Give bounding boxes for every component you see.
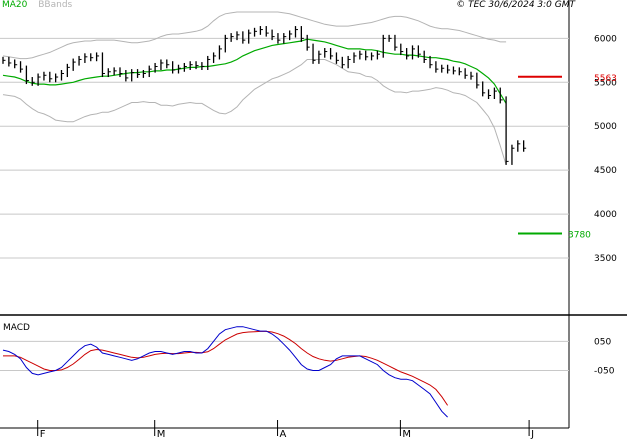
price-legend: MA20 BBands (2, 0, 80, 10)
macd-tick-label: -050 (594, 366, 615, 376)
price-tick-label: 3500 (594, 254, 617, 264)
price-tick-label: 5000 (594, 122, 617, 132)
ma20-legend-label: MA20 (2, 0, 28, 10)
bbands-legend-label: BBands (38, 0, 73, 10)
time-tick-label: F (40, 429, 46, 440)
price-tick-label: 6000 (594, 34, 617, 44)
source-stamp: © TEC 30/6/2024 3:0 GMT (456, 0, 575, 10)
time-tick-label: M (157, 429, 166, 440)
price-tick-label: 4500 (594, 166, 617, 176)
support-level-label: 3780 (568, 230, 591, 240)
time-tick-label: A (280, 429, 287, 440)
bband-lower-line (2, 59, 507, 166)
macd-panel-title: MACD (3, 323, 30, 333)
ma20-line (2, 38, 507, 104)
time-tick-label: J (530, 429, 534, 440)
chart-canvas: 600055005000450040003500050-050FMAMJJ556… (0, 0, 627, 440)
price-tick-label: 4000 (594, 210, 617, 220)
resistance-level-label: 5563 (594, 74, 617, 84)
macd-tick-label: 050 (594, 337, 611, 347)
chart-stage: 600055005000450040003500050-050FMAMJJ556… (0, 0, 627, 440)
time-tick-label: M (402, 429, 411, 440)
